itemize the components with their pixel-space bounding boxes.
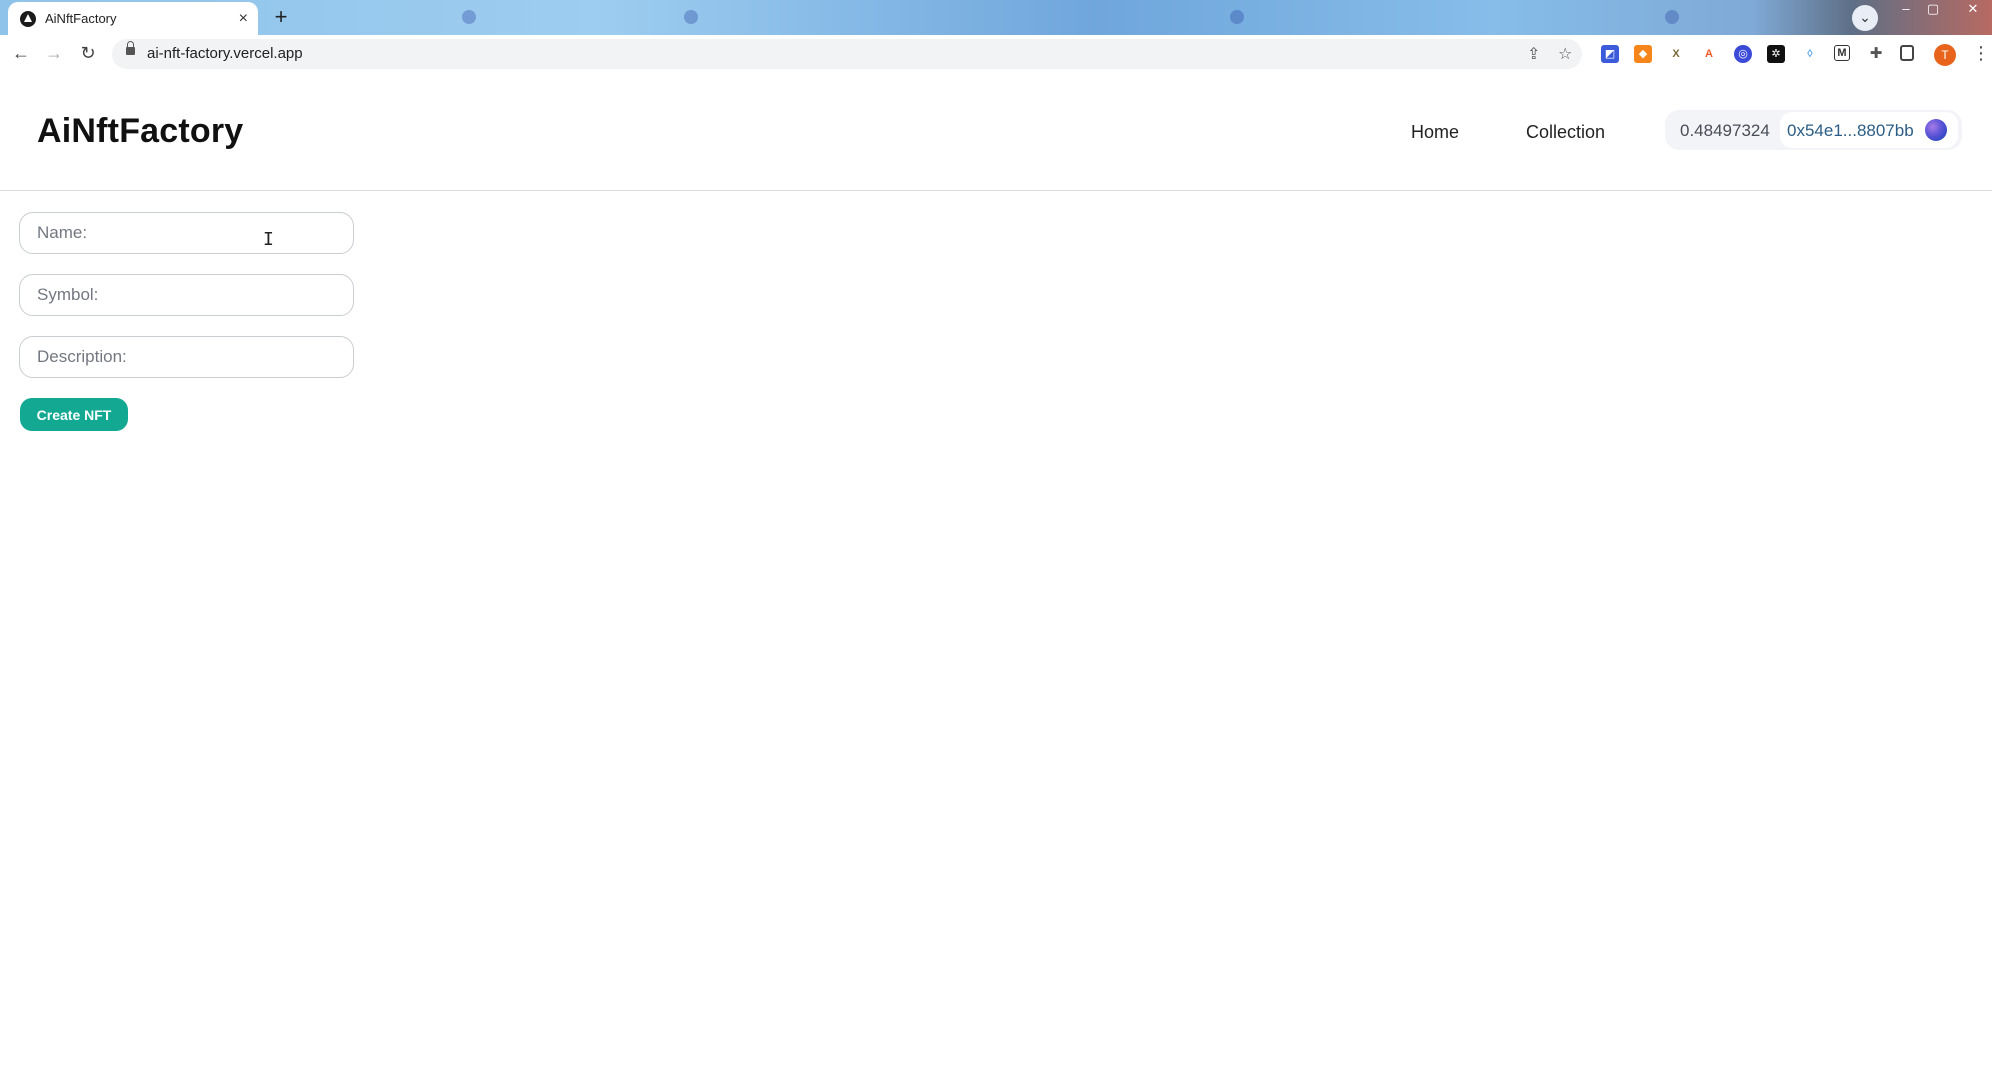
account-address-pill[interactable]: 0x54e1...8807bb — [1780, 112, 1958, 148]
extension-x-icon[interactable]: X — [1667, 45, 1685, 63]
browser-menu-icon[interactable]: ⋮ — [1972, 43, 1990, 64]
name-input[interactable] — [19, 212, 354, 254]
vercel-favicon-icon — [20, 10, 36, 27]
browser-tab-active[interactable]: AiNftFactory × — [8, 2, 258, 35]
address-bar[interactable]: ai-nft-factory.vercel.app ⇪ ☆ — [112, 39, 1582, 69]
extension-drop-icon[interactable]: ◊ — [1801, 45, 1819, 63]
extension-asterisk-icon[interactable]: ✲ — [1767, 45, 1785, 63]
browser-tab-strip: AiNftFactory × + ⌄ – ▢ ✕ — [0, 0, 1992, 35]
wallet-address[interactable]: 0x54e1...8807bb — [1787, 121, 1914, 141]
create-nft-form: Create NFT — [19, 212, 354, 431]
back-arrow-icon[interactable]: ← — [9, 42, 33, 66]
window-close-icon[interactable]: ✕ — [1960, 0, 1986, 18]
new-tab-button[interactable]: + — [268, 5, 294, 31]
wallet-connect-button[interactable]: 0.48497324 0x54e1...8807bb — [1665, 110, 1962, 150]
reload-icon[interactable]: ↻ — [76, 42, 100, 66]
wallpaper-decoration — [462, 10, 476, 24]
nav-home-link[interactable]: Home — [1411, 122, 1459, 143]
extension-circle-icon[interactable]: ◎ — [1734, 45, 1752, 63]
forward-arrow-icon[interactable]: → — [42, 42, 66, 66]
bookmark-star-icon[interactable]: ☆ — [1558, 44, 1572, 64]
extensions-puzzle-icon[interactable]: ✚ — [1867, 45, 1885, 63]
metamask-fox-icon[interactable]: ◆ — [1634, 45, 1652, 63]
tab-title: AiNftFactory — [45, 11, 117, 26]
text-cursor-icon: I — [263, 229, 274, 250]
wallpaper-decoration — [1665, 10, 1679, 24]
browser-toolbar: ← → ↻ ai-nft-factory.vercel.app ⇪ ☆ ◩ ◆ … — [0, 35, 1992, 73]
profile-avatar[interactable]: T — [1934, 44, 1956, 66]
wallet-balance[interactable]: 0.48497324 — [1680, 121, 1770, 141]
maximize-icon[interactable]: ▢ — [1920, 0, 1946, 18]
extension-m-icon[interactable]: M — [1834, 45, 1850, 61]
url-text[interactable]: ai-nft-factory.vercel.app — [147, 45, 303, 62]
nav-collection-link[interactable]: Collection — [1526, 122, 1605, 143]
description-input[interactable] — [19, 336, 354, 378]
tab-close-icon[interactable]: × — [239, 10, 248, 28]
wallpaper-decoration — [684, 10, 698, 24]
side-panel-icon[interactable] — [1900, 45, 1914, 61]
lock-icon[interactable] — [126, 41, 135, 55]
extension-a-icon[interactable]: A — [1700, 45, 1718, 63]
extension-1-icon[interactable]: ◩ — [1601, 45, 1619, 63]
share-icon[interactable]: ⇪ — [1527, 44, 1540, 64]
symbol-input[interactable] — [19, 274, 354, 316]
wallpaper-decoration — [1230, 10, 1244, 24]
minimize-icon[interactable]: – — [1893, 0, 1919, 18]
site-logo[interactable]: AiNftFactory — [37, 112, 243, 151]
create-nft-button[interactable]: Create NFT — [20, 398, 128, 431]
site-header: AiNftFactory Home Collection 0.48497324 … — [0, 72, 1992, 191]
tab-search-chevron-icon[interactable]: ⌄ — [1852, 5, 1878, 31]
wallet-avatar-icon[interactable] — [1925, 119, 1947, 141]
